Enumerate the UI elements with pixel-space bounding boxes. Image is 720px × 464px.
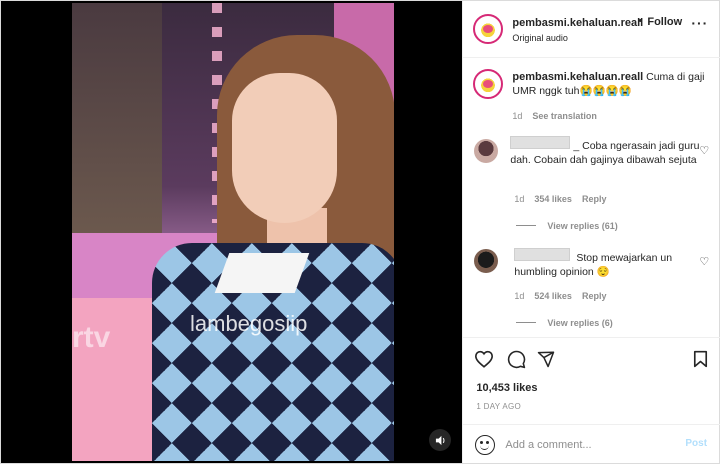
likes-count[interactable]: 10,453 likes [476, 382, 537, 394]
video-watermark: lambegosiip [190, 311, 308, 336]
caption-username[interactable]: pembasmi.kehaluan.reall [512, 71, 643, 83]
more-options-icon[interactable]: ··· [691, 15, 708, 31]
speaker-glyph [435, 435, 444, 445]
replies-divider [516, 225, 537, 226]
view-replies-button[interactable]: View replies (6) [547, 318, 612, 328]
caption-meta: 1d See translation [512, 111, 597, 121]
post-header: pembasmi.kehaluan.reall • Follow Origina… [463, 1, 720, 58]
share-icon[interactable] [535, 348, 557, 370]
comment-text: _ Coba ngerasain jadi guru dah. Cobain d… [510, 140, 700, 166]
instagram-post: rtv lambegosiip pembasmi.kehaluan.reall … [0, 0, 720, 464]
comment-meta: 1d 354 likes Reply [514, 194, 606, 204]
header-separator: • [638, 15, 643, 27]
author-username[interactable]: pembasmi.kehaluan.reall [512, 17, 643, 29]
person-face [232, 73, 337, 223]
follow-button[interactable]: Follow [647, 16, 682, 28]
bookmark-glyph [693, 350, 707, 368]
comment-time[interactable]: 1d [514, 194, 524, 204]
audio-label[interactable]: Original audio [512, 33, 568, 43]
view-replies-button[interactable]: View replies (61) [547, 221, 617, 231]
comment-likes[interactable]: 354 likes [534, 194, 572, 204]
heart-icon[interactable] [473, 348, 495, 370]
commenter-avatar[interactable] [474, 139, 499, 163]
post-date[interactable]: 1 DAY AGO [476, 402, 521, 411]
post-actions: 10,453 likes 1 DAY AGO Post [463, 337, 720, 463]
channel-logo: rtv [72, 321, 111, 354]
bookmark-icon[interactable] [689, 348, 711, 370]
comment-glyph [507, 350, 526, 368]
avatar-mascot [483, 80, 494, 88]
speaker-icon[interactable] [429, 429, 451, 451]
replies-divider [516, 322, 537, 323]
avatar-mascot [483, 25, 494, 33]
caption-avatar[interactable] [473, 69, 504, 99]
comment-bar: Post [463, 424, 720, 464]
reply-button[interactable]: Reply [582, 291, 607, 301]
see-translation-button[interactable]: See translation [532, 111, 597, 121]
author-avatar[interactable] [473, 14, 504, 44]
comment-input[interactable] [505, 437, 676, 453]
heart-glyph [475, 350, 494, 368]
comment-meta: 1d 524 likes Reply [514, 291, 606, 301]
emoji-icon[interactable] [475, 435, 496, 455]
comment-time[interactable]: 1d [514, 291, 524, 301]
commenter-avatar[interactable] [474, 249, 499, 273]
comment-like-icon[interactable]: ♡ [699, 255, 711, 268]
video-frame[interactable]: rtv lambegosiip [72, 3, 394, 461]
comment-likes[interactable]: 524 likes [534, 291, 572, 301]
post-sidebar: pembasmi.kehaluan.reall • Follow Origina… [462, 1, 720, 463]
share-glyph [538, 351, 555, 368]
post-comment-button[interactable]: Post [685, 438, 707, 449]
comment-icon[interactable] [505, 348, 527, 370]
caption-time[interactable]: 1d [512, 111, 522, 121]
media-area[interactable]: rtv lambegosiip [1, 1, 463, 463]
reply-button[interactable]: Reply [582, 194, 607, 204]
comment-like-icon[interactable]: ♡ [699, 144, 711, 157]
comment-text: Stop mewajarkan un humbling opinion 😌 [514, 252, 673, 278]
dress-collar [214, 253, 310, 293]
studio-background [72, 3, 162, 243]
caption: pembasmi.kehaluan.reall Cuma di gaji UMR… [512, 70, 712, 98]
